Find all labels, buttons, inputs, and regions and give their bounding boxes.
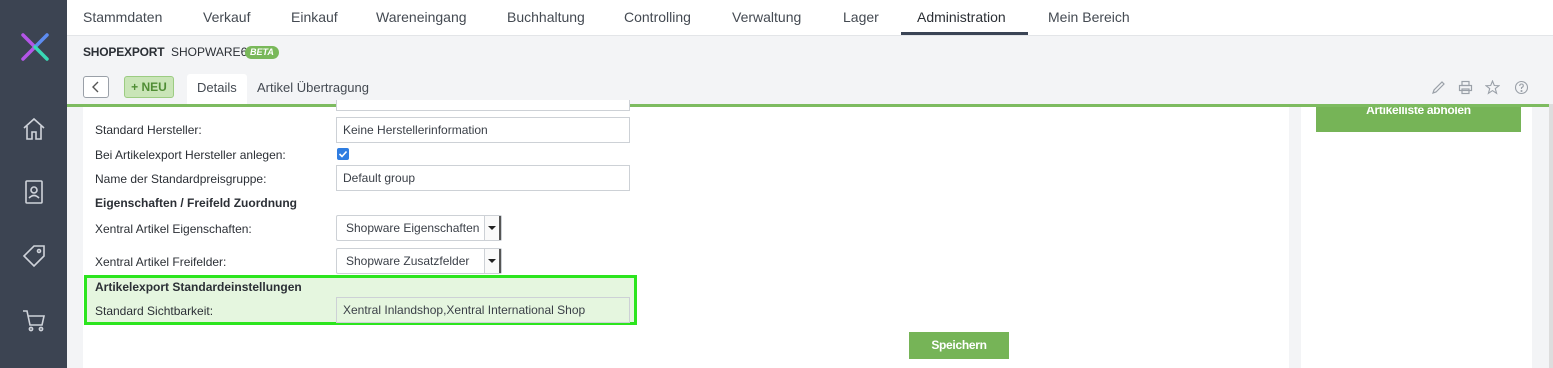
edit-icon[interactable]: [1431, 80, 1446, 95]
home-icon[interactable]: [20, 115, 48, 143]
standard-hersteller-label: Standard Hersteller:: [95, 123, 202, 137]
cart-icon[interactable]: [20, 306, 48, 334]
nav-administration[interactable]: Administration: [901, 0, 1028, 35]
dropdown-arrow-icon: [484, 249, 501, 273]
star-icon[interactable]: [1485, 80, 1500, 95]
tab-details[interactable]: Details: [187, 74, 247, 104]
back-button[interactable]: [83, 76, 109, 98]
section-export-heading: Artikelexport Standardeinstellungen: [95, 280, 302, 294]
preisgruppe-label: Name der Standardpreisgruppe:: [95, 172, 267, 186]
logo-icon[interactable]: [18, 30, 52, 64]
eigenschaften-label: Xentral Artikel Eigenschaften:: [95, 222, 252, 236]
module-header: SHOPEXPORT SHOPWARE6 BETA: [67, 36, 1553, 68]
standard-hersteller-field[interactable]: Keine Herstellerinformation: [336, 117, 630, 143]
check-icon: [338, 150, 348, 158]
nav-controlling[interactable]: Controlling: [624, 0, 691, 35]
freifelder-select[interactable]: Shopware Zusatzfelder: [336, 248, 502, 274]
fetch-article-list-button[interactable]: Artikelliste abholen: [1316, 107, 1521, 132]
freifelder-select-value: Shopware Zusatzfelder: [346, 254, 470, 268]
tag-icon[interactable]: [20, 242, 48, 270]
sichtbarkeit-label: Standard Sichtbarkeit:: [95, 304, 214, 318]
tab-bar: + NEU Details Artikel Übertragung: [67, 70, 1549, 107]
form-card: [83, 107, 1289, 368]
left-sidebar: [0, 0, 67, 368]
contacts-icon[interactable]: [20, 178, 48, 206]
preisgruppe-field[interactable]: Default group: [336, 165, 630, 191]
module-subtitle: SHOPWARE6: [171, 45, 248, 59]
hersteller-anlegen-label: Bei Artikelexport Hersteller anlegen:: [95, 148, 286, 162]
save-button[interactable]: Speichern: [909, 332, 1009, 359]
nav-mein-bereich[interactable]: Mein Bereich: [1048, 0, 1130, 35]
module-title: SHOPEXPORT: [83, 45, 165, 59]
section-eigenschaften-heading: Eigenschaften / Freifeld Zuordnung: [95, 196, 298, 210]
help-icon[interactable]: [1514, 80, 1529, 95]
dropdown-arrow-icon: [484, 216, 501, 240]
scrollbar[interactable]: [1549, 104, 1553, 368]
partial-field[interactable]: [336, 100, 630, 111]
nav-verkauf[interactable]: Verkauf: [203, 0, 250, 35]
freifelder-label: Xentral Artikel Freifelder:: [95, 255, 227, 269]
nav-lager[interactable]: Lager: [843, 0, 879, 35]
side-card: Artikelliste abholen: [1301, 107, 1532, 368]
nav-buchhaltung[interactable]: Buchhaltung: [507, 0, 585, 35]
nav-verwaltung[interactable]: Verwaltung: [732, 0, 801, 35]
new-button[interactable]: + NEU: [124, 76, 174, 98]
nav-stammdaten[interactable]: Stammdaten: [83, 0, 162, 35]
chevron-left-icon: [92, 81, 99, 93]
hersteller-anlegen-checkbox[interactable]: [337, 148, 349, 160]
beta-badge: BETA: [245, 46, 279, 59]
nav-einkauf[interactable]: Einkauf: [291, 0, 338, 35]
nav-wareneingang[interactable]: Wareneingang: [376, 0, 467, 35]
print-icon[interactable]: [1458, 80, 1473, 95]
top-navigation: Stammdaten Verkauf Einkauf Wareneingang …: [67, 0, 1553, 36]
eigenschaften-select[interactable]: Shopware Eigenschaften: [336, 215, 502, 241]
eigenschaften-select-value: Shopware Eigenschaften: [346, 221, 480, 235]
sichtbarkeit-field[interactable]: Xentral Inlandshop,Xentral International…: [336, 297, 630, 323]
